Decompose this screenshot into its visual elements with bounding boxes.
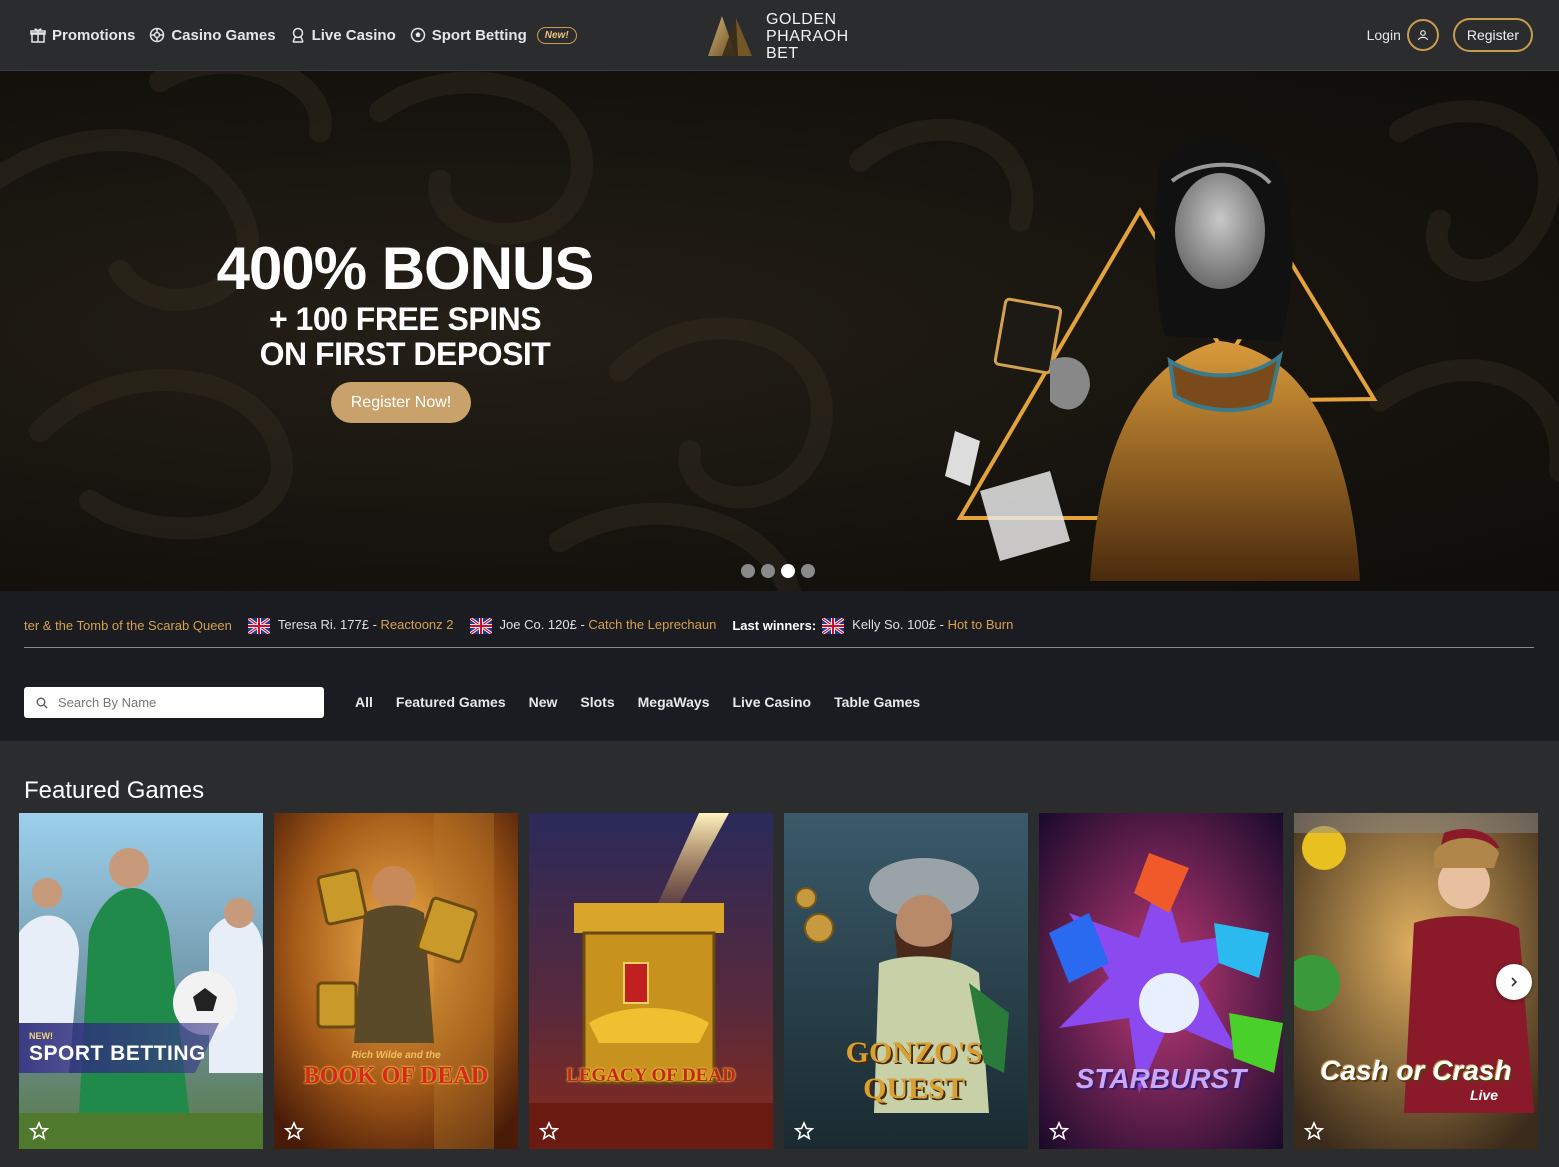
search-box[interactable] — [24, 687, 324, 718]
nav-casino-games[interactable]: Casino Games — [149, 26, 276, 44]
winner-entry: Teresa Ri. 177£ - Reactoonz 2 — [247, 617, 454, 634]
favorite-star-icon[interactable] — [1304, 1121, 1324, 1141]
featured-games-row: NEW! SPORT BETTING Rich Wilde and the BO… — [19, 813, 1538, 1149]
filter-all[interactable]: All — [355, 694, 373, 710]
game-card-sport-betting[interactable]: NEW! SPORT BETTING — [19, 813, 263, 1149]
search-input[interactable] — [56, 694, 300, 711]
pharaoh-queen-illustration — [945, 139, 1378, 581]
nav-sport-betting-label: Sport Betting — [431, 26, 527, 44]
hero-headline: 400% BONUS — [216, 235, 595, 302]
nav-promotions-label: Promotions — [52, 26, 136, 44]
pyramid-logo-icon — [708, 16, 752, 56]
game-title: SPORT BETTING — [29, 1042, 206, 1065]
winner-game[interactable]: Reactoonz 2 — [381, 617, 454, 632]
chip-icon — [150, 27, 165, 43]
legacy-of-dead-artwork — [529, 813, 773, 1149]
game-title: BOOK OF DEAD — [303, 1063, 489, 1089]
book-of-dead-artwork — [274, 813, 518, 1149]
search-icon — [36, 697, 48, 708]
game-card-legacy-of-dead[interactable]: LEGACY OF DEAD — [529, 813, 773, 1149]
gift-icon — [30, 28, 46, 43]
games-toolbar-section: ter & the Tomb of the Scarab Queen Teres… — [0, 591, 1559, 741]
game-title: GONZO'S QUEST — [845, 1036, 983, 1105]
soccer-ball-icon — [410, 27, 426, 43]
auth-area: Login Register — [1367, 18, 1533, 52]
filter-slots[interactable]: Slots — [580, 694, 614, 710]
filter-featured-games[interactable]: Featured Games — [396, 694, 506, 710]
logo[interactable]: GOLDEN PHARAOH BET — [708, 10, 849, 62]
game-card-gonzos-quest[interactable]: GONZO'S QUEST — [784, 813, 1028, 1149]
game-subtitle: Live — [1469, 1087, 1498, 1103]
game-title: STARBURST — [1075, 1063, 1247, 1094]
winner-game[interactable]: Catch the Leprechaun — [588, 617, 716, 632]
sport-new-badge: NEW! — [29, 1031, 53, 1041]
favorite-star-icon[interactable] — [284, 1121, 304, 1141]
site-header: Promotions Casino Games Live Casino Spor… — [0, 0, 1559, 71]
filter-live-casino[interactable]: Live Casino — [732, 694, 811, 710]
login-label: Login — [1366, 27, 1401, 43]
carousel-dot-2[interactable] — [761, 564, 775, 578]
winner-name: Joe Co. 120£ — [499, 617, 577, 632]
game-card-starburst[interactable]: STARBURST — [1039, 813, 1283, 1149]
favorite-star-icon[interactable] — [1049, 1121, 1069, 1141]
uk-flag-icon — [247, 617, 270, 634]
login-button[interactable]: Login — [1367, 19, 1439, 51]
nav-live-casino-label: Live Casino — [311, 26, 396, 44]
nav-promotions[interactable]: Promotions — [30, 27, 135, 44]
winner-name: Kelly So. 100£ — [852, 617, 936, 632]
hero-carousel-dots — [741, 564, 815, 578]
winners-ticker: ter & the Tomb of the Scarab Queen Teres… — [24, 617, 1013, 634]
nav-sport-betting[interactable]: Sport Betting New! — [410, 26, 577, 44]
game-title: LEGACY OF DEAD — [566, 1065, 736, 1086]
nav-casino-games-label: Casino Games — [171, 26, 276, 44]
logo-line-2: PHARAOH — [766, 27, 849, 45]
winner-entry: Kelly So. 100£ - Hot to Burn — [822, 617, 1013, 634]
hero-subline-1: + 100 FREE SPINS — [268, 301, 542, 337]
ticker-truncated-game[interactable]: ter & the Tomb of the Scarab Queen — [24, 618, 232, 633]
favorite-star-icon[interactable] — [794, 1121, 814, 1141]
carousel-dot-4[interactable] — [801, 564, 815, 578]
dealer-icon — [291, 27, 304, 43]
game-subtitle: Rich Wilde and the — [351, 1050, 441, 1061]
winner-game[interactable]: Hot to Burn — [948, 617, 1014, 632]
winner-separator: - — [936, 617, 948, 632]
carousel-next-button[interactable] — [1496, 964, 1532, 1000]
logo-line-1: GOLDEN — [766, 10, 837, 28]
starburst-artwork — [1039, 813, 1283, 1149]
last-winners-label: Last winners: — [732, 617, 817, 633]
uk-flag-icon — [822, 617, 845, 634]
ticker-divider — [24, 647, 1534, 648]
main-nav: Promotions Casino Games Live Casino Spor… — [30, 0, 577, 70]
carousel-dot-3[interactable] — [781, 564, 795, 578]
hero-register-now-button[interactable]: Register Now! — [331, 382, 471, 423]
featured-games-title: Featured Games — [24, 777, 205, 804]
winner-separator: - — [368, 617, 381, 632]
carousel-dot-1[interactable] — [741, 564, 755, 578]
new-badge: New! — [536, 26, 577, 44]
logo-text: GOLDEN PHARAOH BET — [766, 11, 849, 62]
filter-table-games[interactable]: Table Games — [834, 694, 920, 710]
chevron-right-icon — [1511, 977, 1518, 987]
sport-betting-artwork — [19, 813, 263, 1149]
user-icon — [1406, 19, 1439, 51]
nav-live-casino[interactable]: Live Casino — [290, 27, 396, 44]
game-card-book-of-dead[interactable]: Rich Wilde and the BOOK OF DEAD — [274, 813, 518, 1149]
favorite-star-icon[interactable] — [539, 1121, 559, 1141]
game-title: Cash or Crash — [1320, 1055, 1512, 1086]
winner-entry: Joe Co. 120£ - Catch the Leprechaun — [469, 617, 716, 634]
favorite-star-icon[interactable] — [29, 1121, 49, 1141]
winner-separator: - — [576, 617, 589, 632]
uk-flag-icon — [469, 617, 492, 634]
hero-subline-2: ON FIRST DEPOSIT — [259, 336, 551, 372]
logo-line-3: BET — [766, 44, 799, 62]
winner-name: Teresa Ri. 177£ — [277, 617, 369, 632]
category-filters: All Featured Games New Slots MegaWays Li… — [355, 694, 920, 710]
filter-megaways[interactable]: MegaWays — [638, 694, 710, 710]
register-button[interactable]: Register — [1452, 18, 1533, 52]
hero-banner: 400% BONUS + 100 FREE SPINS ON FIRST DEP… — [0, 71, 1559, 591]
filter-new[interactable]: New — [529, 694, 558, 710]
hero-headline-block: 400% BONUS + 100 FREE SPINS ON FIRST DEP… — [195, 236, 615, 372]
